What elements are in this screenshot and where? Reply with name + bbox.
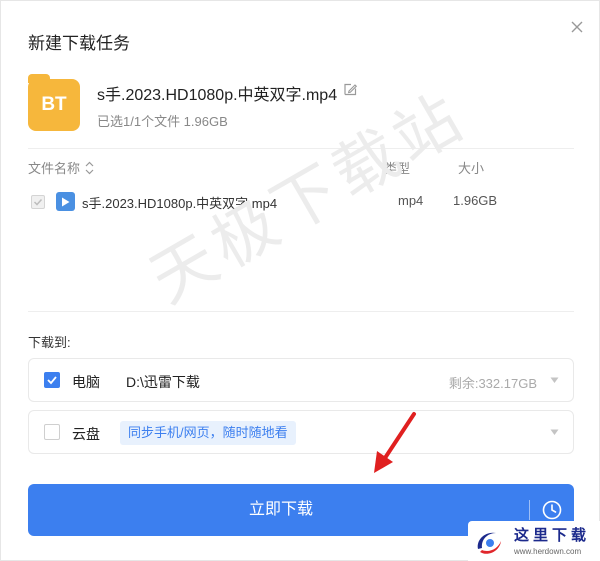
sync-tag: 同步手机/网页，随时随地看: [120, 421, 296, 445]
site-logo-mark-icon: [474, 527, 504, 557]
divider: [28, 148, 574, 149]
file-row: s手.2023.HD1080p.中英双字.mp4 mp4 1.96GB: [28, 191, 574, 213]
edit-icon[interactable]: [343, 82, 358, 97]
destination-cloud-option[interactable]: 云盘 同步手机/网页，随时随地看: [28, 410, 574, 454]
download-path[interactable]: D:\迅雷下载: [126, 372, 200, 392]
cloud-label: 云盘: [72, 426, 100, 442]
divider: [28, 311, 574, 312]
chevron-down-icon[interactable]: [550, 377, 559, 384]
annotation-arrow-icon: [369, 411, 419, 477]
file-row-size: 1.96GB: [453, 193, 498, 208]
destination-pc-option[interactable]: 电脑 D:\迅雷下载 剩余:332.17GB: [28, 358, 574, 402]
pc-label: 电脑: [72, 374, 100, 390]
file-row-type: mp4: [398, 193, 424, 208]
dialog-title: 新建下载任务: [28, 34, 130, 53]
new-download-task-dialog: 新建下载任务 BT s手.2023.HD1080p.中英双字.mp4 已选1/1…: [0, 0, 600, 561]
file-selection-summary: 已选1/1个文件 1.96GB: [97, 114, 228, 129]
clock-icon[interactable]: [541, 499, 563, 521]
column-header-name[interactable]: 文件名称: [28, 158, 95, 177]
close-icon[interactable]: [567, 17, 587, 37]
video-file-icon: [56, 192, 75, 211]
download-now-label: 立即下载: [248, 501, 313, 518]
column-header-name-label: 文件名称: [28, 161, 81, 176]
bt-badge-text: BT: [41, 94, 67, 115]
site-logo-name: 这里下载: [514, 526, 591, 544]
column-header-type: 类型: [384, 161, 411, 176]
pc-checkbox[interactable]: [44, 372, 60, 388]
download-to-label: 下载到:: [28, 335, 71, 350]
site-logo-url: www.herdown.com: [514, 547, 582, 556]
file-row-checkbox[interactable]: [31, 195, 45, 209]
bt-folder-icon: BT: [28, 74, 80, 131]
cloud-checkbox[interactable]: [44, 424, 60, 440]
site-logo: 这里下载 www.herdown.com: [468, 521, 600, 561]
sort-icon: [85, 161, 94, 174]
task-file-name: s手.2023.HD1080p.中英双字.mp4: [97, 87, 338, 104]
button-divider: [529, 500, 530, 520]
free-space: 剩余:332.17GB: [448, 376, 537, 391]
chevron-down-icon[interactable]: [550, 429, 559, 436]
column-header-size: 大小: [458, 161, 485, 176]
file-row-name: s手.2023.HD1080p.中英双字.mp4: [82, 196, 278, 211]
